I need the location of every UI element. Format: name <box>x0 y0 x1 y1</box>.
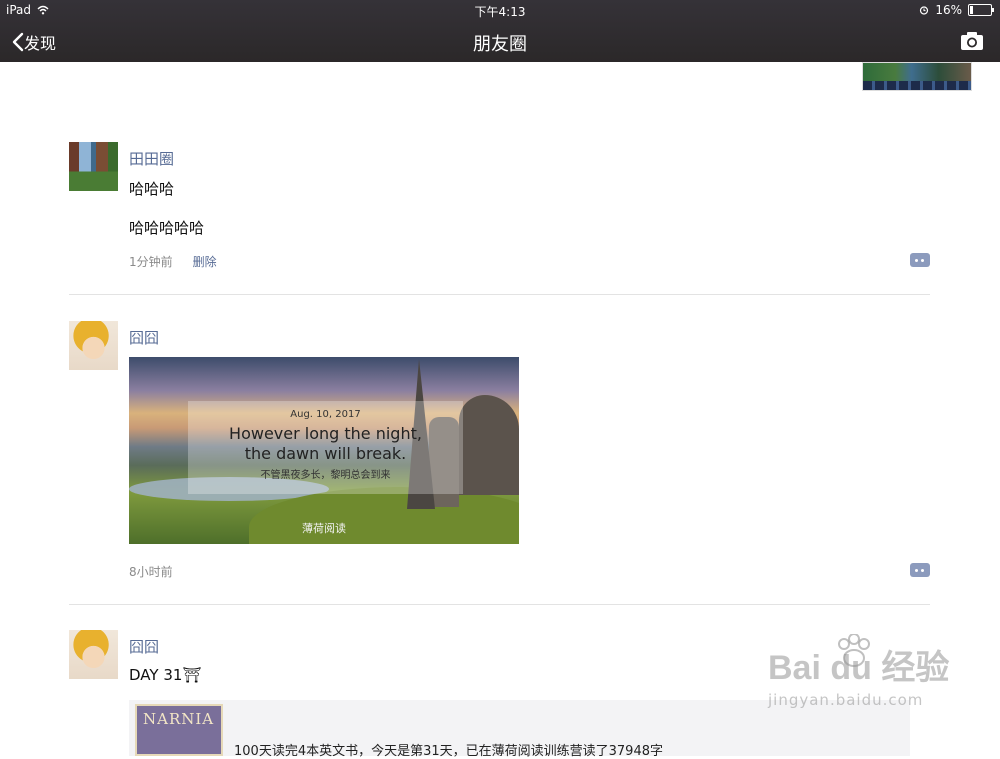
post-text: DAY 31⛩ <box>129 666 202 684</box>
divider <box>69 604 930 605</box>
post-image[interactable]: Aug. 10, 2017 However long the night, th… <box>129 357 519 544</box>
book-cover: NARNIA <box>135 704 223 756</box>
battery-fill <box>970 6 973 14</box>
status-time: 下午4:13 <box>474 5 526 19</box>
post-time: 8小时前 <box>129 565 173 579</box>
quote-date: Aug. 10, 2017 <box>290 409 361 420</box>
cover-thumbnail[interactable] <box>862 62 972 91</box>
moment-post: 囧囧 Aug. 10, 2017 However long the night,… <box>69 321 930 586</box>
post-meta: 1分钟前 删除 <box>129 253 217 270</box>
top-bar: iPad 下午4:13 16% 发现 朋友圈 <box>0 0 1000 62</box>
avatar[interactable] <box>69 142 118 191</box>
author-name[interactable]: 囧囧 <box>129 636 159 657</box>
watermark-url: jingyan.baidu.com <box>768 691 924 709</box>
rock-shape <box>459 395 519 495</box>
camera-icon[interactable] <box>960 30 984 52</box>
status-right: 16% <box>919 3 994 17</box>
comment-icon[interactable] <box>910 253 930 267</box>
quote-line: the dawn will break. <box>244 444 407 463</box>
author-name[interactable]: 囧囧 <box>129 327 159 348</box>
paw-icon <box>838 634 870 667</box>
watermark: Bai du 经验 jingyan.baidu.com <box>768 634 968 730</box>
post-text-line: 哈哈哈哈哈 <box>129 219 205 237</box>
moment-post: 田田圈 哈哈哈 哈哈哈哈哈 1分钟前 删除 <box>69 142 930 272</box>
post-time: 1分钟前 <box>129 255 173 269</box>
comment-icon[interactable] <box>910 563 930 577</box>
quote-translation: 不管黑夜多长，黎明总会到来 <box>260 470 391 481</box>
alarm-icon <box>920 6 929 15</box>
book-title: NARNIA <box>143 710 215 728</box>
post-meta: 8小时前 <box>129 563 173 580</box>
image-brand: 薄荷阅读 <box>302 522 346 535</box>
quote-line: However long the night, <box>229 424 422 443</box>
delete-button[interactable]: 删除 <box>193 253 217 270</box>
avatar[interactable] <box>69 321 118 370</box>
avatar[interactable] <box>69 630 118 679</box>
battery-percent: 16% <box>935 3 962 17</box>
status-bar: iPad 下午4:13 16% <box>0 0 1000 22</box>
battery-icon <box>968 4 994 16</box>
quote-box: Aug. 10, 2017 However long the night, th… <box>188 401 463 494</box>
post-text-line: 哈哈哈 <box>129 180 175 198</box>
author-name[interactable]: 田田圈 <box>129 148 174 169</box>
divider <box>69 294 930 295</box>
page-title: 朋友圈 <box>473 34 527 55</box>
